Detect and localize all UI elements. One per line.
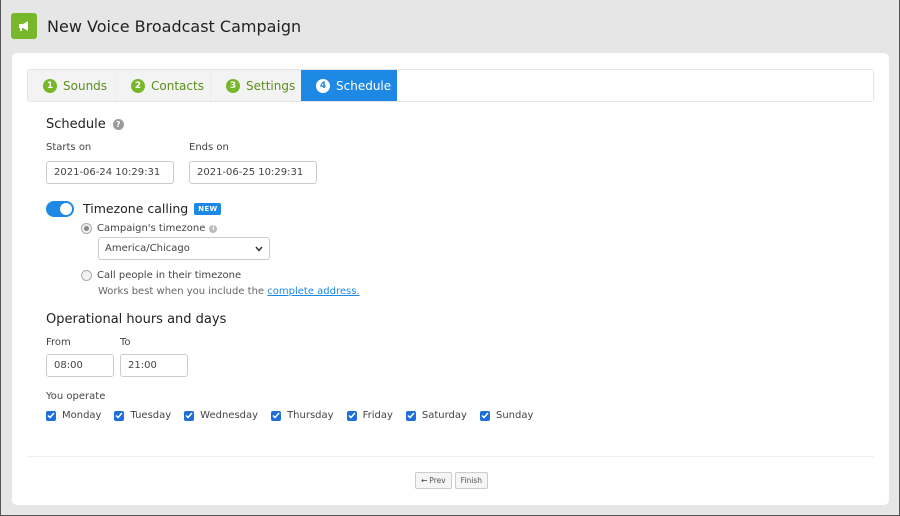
schedule-heading: Schedule ?	[46, 117, 124, 132]
day-thursday[interactable]: Thursday	[271, 410, 334, 421]
arrow-left-icon: ←	[421, 476, 428, 485]
timezone-select-value: America/Chicago	[105, 243, 190, 254]
check-icon[interactable]	[479, 410, 490, 421]
day-saturday[interactable]: Saturday	[405, 410, 467, 421]
check-icon[interactable]	[184, 410, 195, 421]
footer-divider	[27, 456, 874, 457]
campaign-timezone-option[interactable]: Campaign's timezone i	[81, 223, 218, 234]
tab-label: Sounds	[63, 78, 108, 93]
step-number-badge: 4	[316, 78, 330, 93]
timezone-select[interactable]: America/Chicago	[98, 237, 270, 260]
to-label: To	[120, 337, 131, 348]
ends-on-label: Ends on	[189, 142, 229, 153]
starts-on-input[interactable]: 2021-06-24 10:29:31	[46, 161, 174, 184]
new-badge: NEW	[194, 202, 222, 215]
tab-label: Settings	[246, 78, 296, 93]
page-header: New Voice Broadcast Campaign	[11, 13, 301, 39]
tab-sounds[interactable]: 1 Sounds	[28, 70, 116, 101]
timezone-calling-label: Timezone calling	[83, 201, 189, 216]
timezone-calling-toggle[interactable]	[46, 201, 74, 217]
day-label: Saturday	[421, 410, 467, 421]
day-wednesday[interactable]: Wednesday	[184, 410, 258, 421]
wizard-card: 1 Sounds 2 Contacts 3 Settings 4 Schedul…	[12, 53, 889, 505]
prev-label: Prev	[429, 476, 446, 485]
day-friday[interactable]: Friday	[346, 410, 393, 421]
tab-label: Contacts	[151, 78, 204, 93]
radio-dot	[84, 226, 89, 231]
step-number-badge: 2	[131, 78, 145, 93]
day-tuesday[interactable]: Tuesday	[114, 410, 171, 421]
campaign-timezone-label: Campaign's timezone	[97, 223, 206, 234]
to-time-input[interactable]: 21:00	[120, 354, 188, 377]
tab-label: Schedule	[336, 78, 392, 93]
day-label: Sunday	[495, 410, 534, 421]
finish-label: Finish	[460, 476, 483, 485]
schedule-title: Schedule	[46, 117, 106, 132]
day-label: Monday	[62, 410, 102, 421]
complete-address-link[interactable]: complete address.	[267, 286, 359, 297]
info-icon[interactable]: i	[209, 224, 218, 233]
day-label: Wednesday	[200, 410, 259, 421]
tab-settings[interactable]: 3 Settings	[211, 70, 301, 101]
ends-on-input[interactable]: 2021-06-25 10:29:31	[189, 161, 317, 184]
day-monday[interactable]: Monday	[46, 410, 101, 421]
people-timezone-radio[interactable]	[81, 270, 92, 281]
days-checkbox-group: Monday Tuesday Wednesday Thursday Friday…	[46, 410, 546, 421]
check-icon[interactable]	[46, 410, 56, 421]
campaign-timezone-radio[interactable]	[81, 223, 92, 234]
check-icon[interactable]	[346, 410, 357, 421]
you-operate-label: You operate	[46, 391, 106, 402]
check-icon[interactable]	[114, 410, 125, 421]
day-label: Tuesday	[130, 410, 172, 421]
chevron-down-icon	[255, 246, 263, 252]
megaphone-icon	[11, 13, 37, 39]
wizard-tabs: 1 Sounds 2 Contacts 3 Settings 4 Schedul…	[27, 69, 874, 102]
check-icon[interactable]	[405, 410, 416, 421]
step-number-badge: 3	[226, 78, 240, 93]
tab-contacts[interactable]: 2 Contacts	[116, 70, 211, 101]
toggle-knob	[60, 203, 72, 215]
timezone-calling-heading: Timezone calling NEW	[83, 201, 222, 216]
page-title: New Voice Broadcast Campaign	[47, 16, 302, 36]
starts-on-label: Starts on	[46, 142, 92, 153]
check-icon[interactable]	[271, 410, 282, 421]
people-timezone-label: Call people in their timezone	[97, 270, 242, 281]
day-sunday[interactable]: Sunday	[479, 410, 534, 421]
from-time-input[interactable]: 08:00	[46, 354, 114, 377]
from-label: From	[46, 337, 71, 348]
people-timezone-option[interactable]: Call people in their timezone	[81, 270, 241, 281]
day-label: Friday	[362, 410, 393, 421]
hint-text: Works best when you include the	[98, 286, 265, 297]
operational-title: Operational hours and days	[46, 312, 227, 327]
day-label: Thursday	[287, 410, 334, 421]
timezone-hint: Works best when you include the complete…	[98, 286, 360, 297]
help-icon[interactable]: ?	[112, 119, 124, 130]
tabs-filler	[397, 70, 873, 101]
prev-button[interactable]: ← Prev	[415, 472, 452, 489]
finish-button[interactable]: Finish	[454, 472, 489, 489]
step-number-badge: 1	[43, 78, 57, 93]
tab-schedule[interactable]: 4 Schedule	[301, 70, 397, 101]
wizard-footer: ← Prev Finish	[415, 472, 489, 489]
